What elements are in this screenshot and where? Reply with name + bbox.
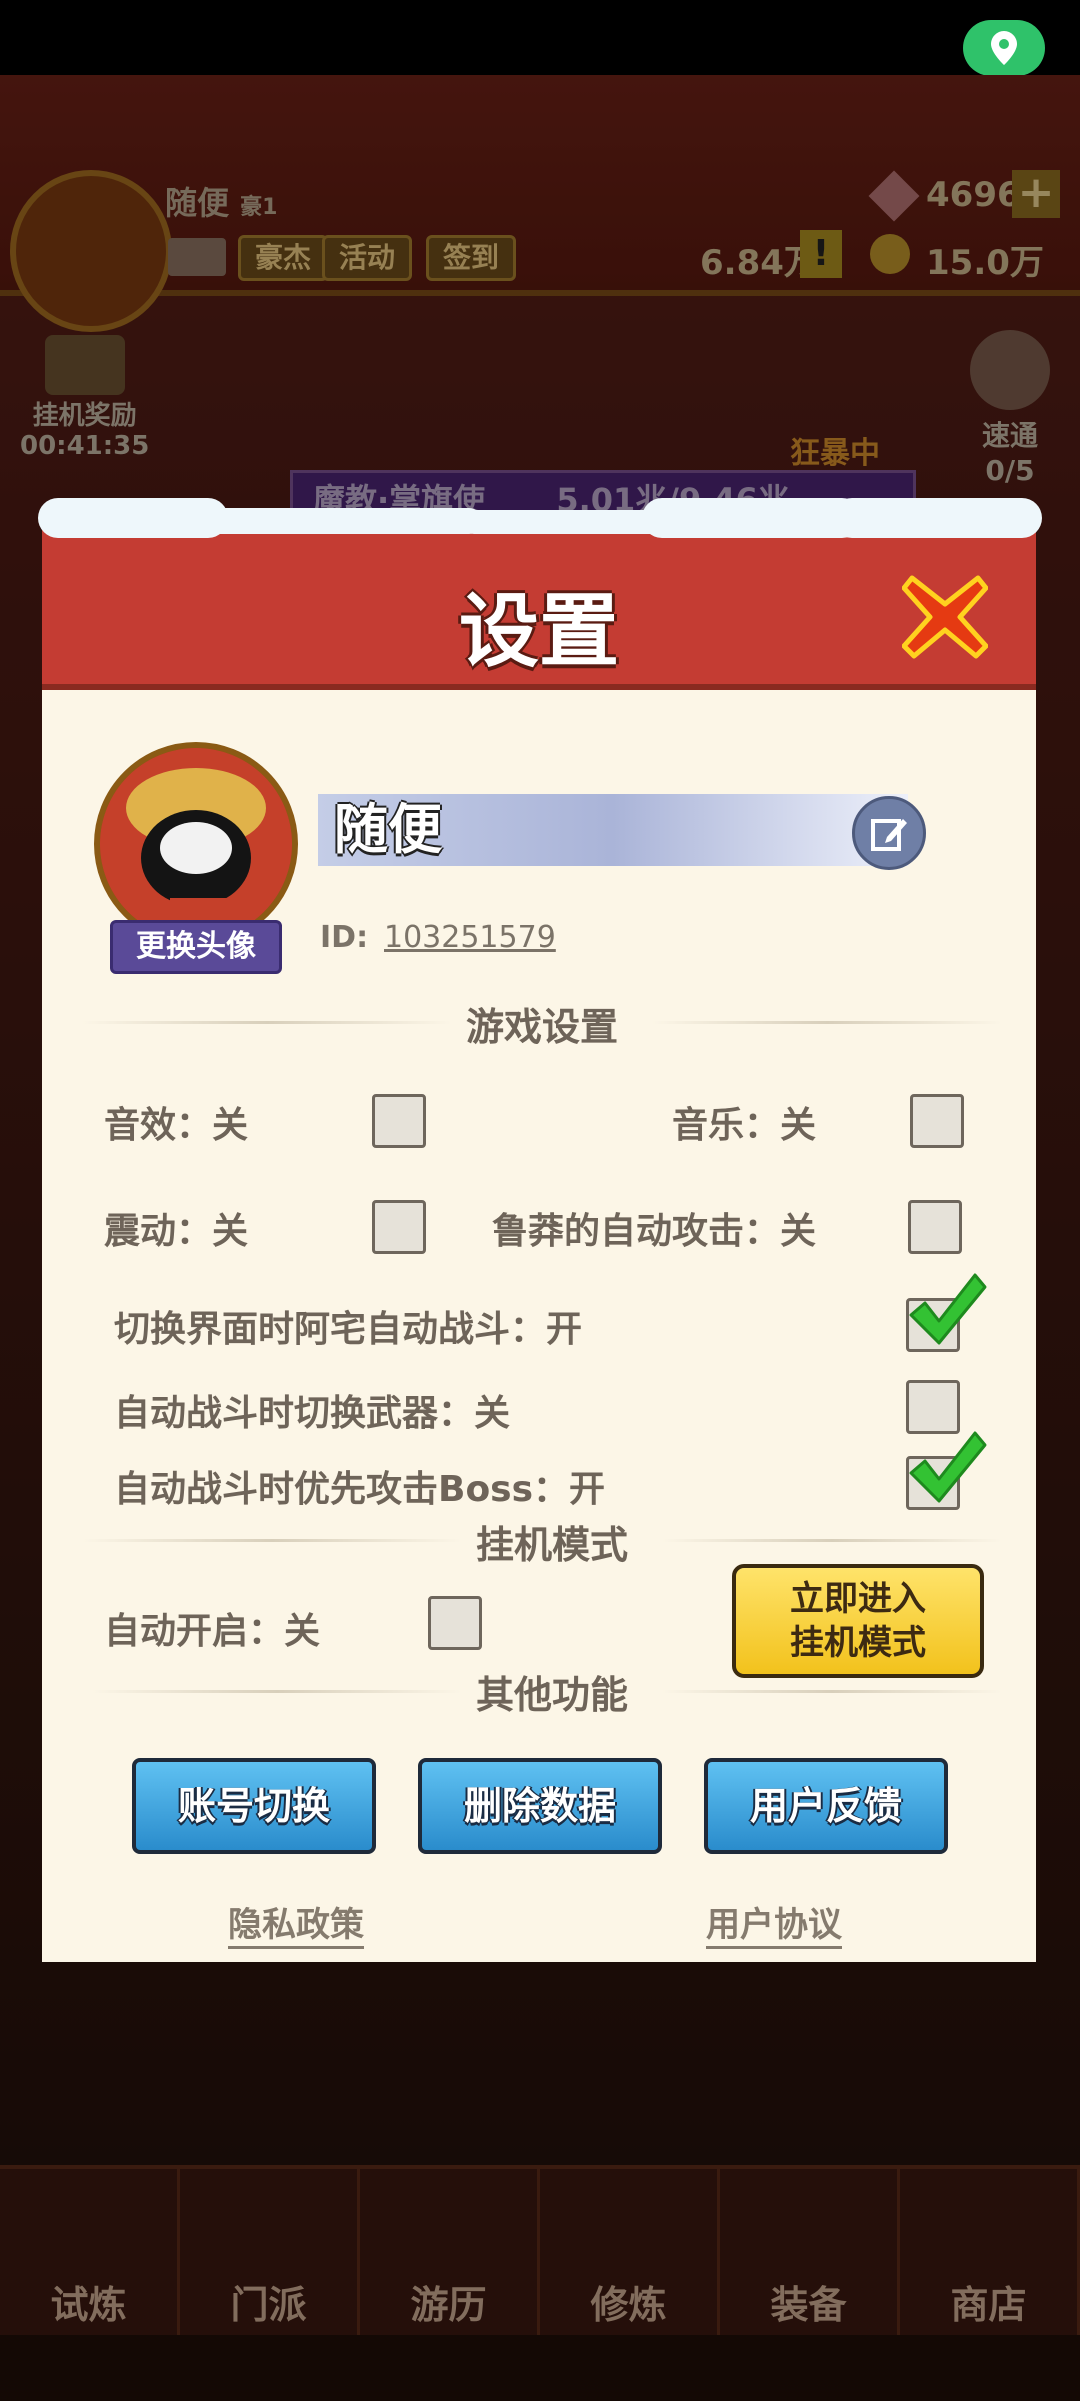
music-checkbox[interactable] xyxy=(910,1094,964,1148)
vibration-label: 震动：关 xyxy=(104,1211,249,1252)
edit-name-button[interactable] xyxy=(852,796,926,870)
settings-dialog: 设置 更换头像 随便 ID: 103251579 游戏设置 音效：关 音乐：关 … xyxy=(38,498,1042,1962)
reckless-auto-attack-checkbox[interactable] xyxy=(908,1200,962,1254)
id-value: 103251579 xyxy=(384,920,556,955)
divider xyxy=(662,1539,1002,1542)
player-name-field: 随便 xyxy=(334,798,442,861)
divider xyxy=(652,1021,1002,1024)
id-label: ID: xyxy=(320,920,369,955)
switch-weapon-checkbox[interactable] xyxy=(906,1380,960,1434)
enter-idle-mode-button[interactable]: 立即进入 挂机模式 xyxy=(732,1564,984,1678)
divider xyxy=(92,1690,462,1693)
avatar-character-icon xyxy=(100,748,292,940)
sound-label: 音效：关 xyxy=(104,1105,249,1146)
other-functions-title: 其他功能 xyxy=(475,1673,628,1717)
snow-decoration xyxy=(642,498,862,538)
dialog-header: 设置 xyxy=(38,498,1042,690)
enter-idle-line1: 立即进入 xyxy=(790,1579,926,1619)
snow-decoration xyxy=(832,498,1042,538)
snow-decoration xyxy=(202,508,482,534)
divider xyxy=(82,1021,452,1024)
prioritize-boss-checkbox[interactable] xyxy=(906,1431,987,1510)
profile-avatar[interactable] xyxy=(94,742,298,946)
change-avatar-button[interactable]: 更换头像 xyxy=(110,920,282,974)
checkmark-icon xyxy=(909,1273,987,1345)
status-bar xyxy=(0,0,1080,76)
vibration-checkbox[interactable] xyxy=(372,1200,426,1254)
close-icon xyxy=(901,575,989,659)
sound-checkbox[interactable] xyxy=(372,1094,426,1148)
auto-battle-switch-checkbox[interactable] xyxy=(906,1273,987,1352)
privacy-policy-link[interactable]: 隐私政策 xyxy=(228,1897,364,1949)
switch-weapon-label: 自动战斗时切换武器：关 xyxy=(114,1393,511,1434)
auto-start-label: 自动开启：关 xyxy=(104,1611,321,1652)
reckless-auto-attack-label: 鲁莽的自动攻击：关 xyxy=(492,1211,817,1252)
idle-mode-title: 挂机模式 xyxy=(475,1523,628,1567)
prioritize-boss-label: 自动战斗时优先攻击Boss：开 xyxy=(114,1469,606,1510)
divider xyxy=(82,1539,462,1542)
auto-start-checkbox[interactable] xyxy=(428,1596,482,1650)
edit-icon xyxy=(871,819,907,851)
name-bar: 随便 xyxy=(318,794,926,870)
auto-battle-switch-label: 切换界面时阿宅自动战斗：开 xyxy=(114,1309,583,1350)
user-agreement-link[interactable]: 用户协议 xyxy=(706,1897,842,1949)
divider xyxy=(662,1690,1002,1693)
user-feedback-button[interactable]: 用户反馈 xyxy=(704,1758,948,1854)
enter-idle-line2: 挂机模式 xyxy=(790,1623,926,1663)
location-pin-icon[interactable] xyxy=(963,20,1045,76)
dialog-title: 设置 xyxy=(459,585,619,678)
snow-decoration xyxy=(38,498,228,538)
music-label: 音乐：关 xyxy=(672,1105,817,1146)
game-settings-title: 游戏设置 xyxy=(465,1005,618,1049)
switch-account-button[interactable]: 账号切换 xyxy=(132,1758,376,1854)
checkmark-icon xyxy=(909,1431,987,1503)
close-button[interactable] xyxy=(901,574,989,660)
delete-data-button[interactable]: 删除数据 xyxy=(418,1758,662,1854)
